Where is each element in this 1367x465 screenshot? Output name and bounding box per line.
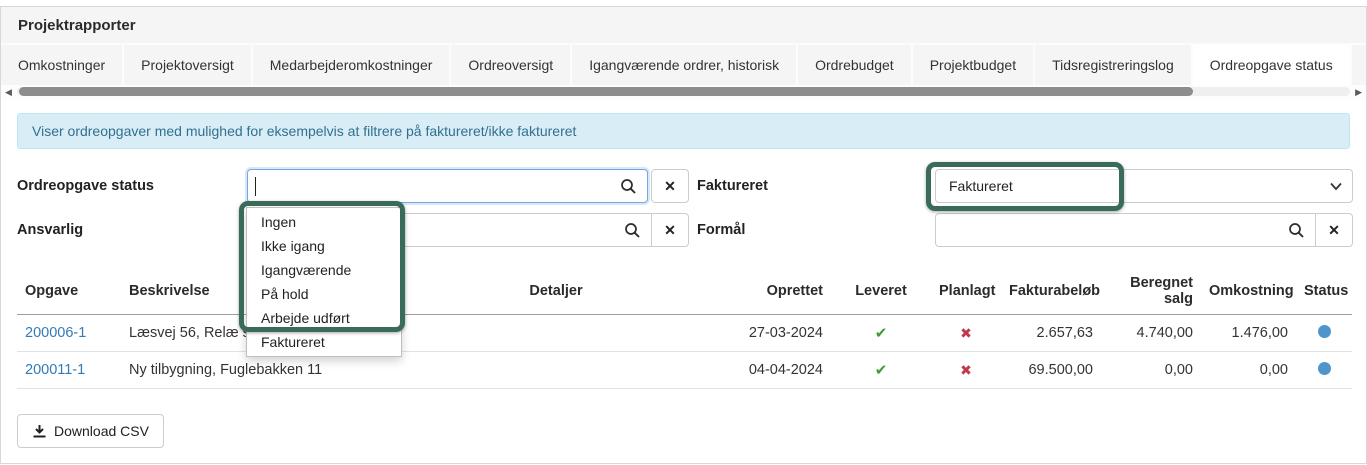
search-icon[interactable] xyxy=(620,178,637,195)
col-header-leveret: Leveret xyxy=(831,268,931,315)
tab-projektoversigt[interactable]: Projektoversigt xyxy=(124,45,253,85)
tab-detaljer-clipped[interactable]: Det xyxy=(1352,45,1366,85)
report-panel: Projektrapporter Omkostninger Projektove… xyxy=(0,6,1367,464)
text-caret xyxy=(255,177,256,196)
tab-igangvaerende-ordrer-historisk[interactable]: Igangværende ordrer, historisk xyxy=(572,45,798,85)
cost: 0,00 xyxy=(1201,352,1296,389)
faktureret-selected-value: Faktureret xyxy=(949,178,1013,194)
tab-medarbejderomkostninger[interactable]: Medarbejderomkostninger xyxy=(253,45,452,85)
status-dot xyxy=(1318,325,1331,338)
close-icon: ✕ xyxy=(664,222,676,239)
col-header-oprettet: Oprettet xyxy=(701,268,831,315)
chevron-down-icon xyxy=(1330,182,1342,191)
col-header-status: Status xyxy=(1296,268,1352,315)
dropdown-option-igangvaerende[interactable]: Igangværende xyxy=(247,258,401,282)
tab-tidsregistreringslog[interactable]: Tidsregistreringslog xyxy=(1035,45,1193,85)
col-header-planlagt: Planlagt xyxy=(931,268,1001,315)
tab-omkostninger[interactable]: Omkostninger xyxy=(1,45,124,85)
task-details xyxy=(411,352,701,389)
tab-ordreopgave-status[interactable]: Ordreopgave status xyxy=(1193,45,1352,85)
task-created-date: 04-04-2024 xyxy=(701,352,831,389)
scrollbar-thumb[interactable] xyxy=(19,87,1193,96)
clear-formaal-button[interactable]: ✕ xyxy=(1315,213,1353,247)
tab-projektbudget[interactable]: Projektbudget xyxy=(913,45,1035,85)
dropdown-option-ingen[interactable]: Ingen xyxy=(247,210,401,234)
table-row: 200006-1 Læsvej 56, Relæ sk 27-03-2024 ✔… xyxy=(17,315,1352,352)
col-header-beregnet-salg: Beregnet salg xyxy=(1101,268,1201,315)
search-icon[interactable] xyxy=(624,222,641,239)
dropdown-option-arbejde-udfoert[interactable]: Arbejde udført xyxy=(247,306,401,330)
task-details xyxy=(411,315,701,352)
invoice-amount: 2.657,63 xyxy=(1001,315,1101,352)
panel-header: Projektrapporter xyxy=(1,7,1366,45)
faktureret-select[interactable]: Faktureret xyxy=(935,169,1353,203)
dropdown-option-paa-hold[interactable]: På hold xyxy=(247,282,401,306)
dropdown-option-faktureret[interactable]: Faktureret xyxy=(247,330,401,354)
planned-cross-icon: ✖ xyxy=(960,362,972,378)
tab-ordreoversigt[interactable]: Ordreoversigt xyxy=(451,45,572,85)
order-task-table: Opgave Beskrivelse Detaljer Oprettet Lev… xyxy=(17,268,1352,389)
download-csv-button[interactable]: Download CSV xyxy=(17,414,164,448)
col-header-detaljer: Detaljer xyxy=(411,268,701,315)
task-link[interactable]: 200011-1 xyxy=(25,362,85,378)
ordreopgave-status-label: Ordreopgave status xyxy=(17,169,247,203)
table-header-row: Opgave Beskrivelse Detaljer Oprettet Lev… xyxy=(17,268,1352,315)
formaal-input[interactable] xyxy=(936,214,1315,246)
cost: 1.476,00 xyxy=(1201,315,1296,352)
status-dropdown-list: Ingen Ikke igang Igangværende På hold Ar… xyxy=(246,207,402,357)
planned-cross-icon: ✖ xyxy=(960,325,972,341)
clear-ansvarlig-button[interactable]: ✕ xyxy=(651,213,689,247)
clear-ordreopgave-status-button[interactable]: ✕ xyxy=(651,169,689,203)
scroll-left-arrow-icon[interactable]: ◀ xyxy=(5,86,12,98)
download-csv-label: Download CSV xyxy=(54,423,149,439)
scroll-right-arrow-icon[interactable]: ▶ xyxy=(1355,86,1362,98)
tab-content: Viser ordreopgaver med mulighed for ekse… xyxy=(1,99,1366,463)
ordreopgave-status-input-wrap xyxy=(247,169,648,203)
task-link[interactable]: 200006-1 xyxy=(25,325,86,341)
formaal-filter: ✕ xyxy=(935,213,1353,247)
page-title: Projektrapporter xyxy=(18,17,136,34)
faktureret-label: Faktureret xyxy=(689,169,935,203)
ansvarlig-label: Ansvarlig xyxy=(17,213,247,247)
ordreopgave-status-input[interactable] xyxy=(248,170,647,202)
status-dot xyxy=(1318,362,1331,375)
info-alert-text: Viser ordreopgaver med mulighed for ekse… xyxy=(32,123,576,139)
col-header-omkostning: Omkostning xyxy=(1201,268,1296,315)
ordreopgave-status-filter: ✕ xyxy=(247,169,689,203)
col-header-opgave: Opgave xyxy=(17,268,121,315)
close-icon: ✕ xyxy=(664,178,676,195)
delivered-check-icon: ✔ xyxy=(875,325,888,342)
formaal-input-wrap xyxy=(935,213,1316,247)
horizontal-scrollbar[interactable]: ◀ ▶ xyxy=(1,85,1366,99)
filter-grid: Ordreopgave status ✕ Faktureret xyxy=(17,169,1350,247)
info-alert: Viser ordreopgaver med mulighed for ekse… xyxy=(17,113,1350,149)
table-row: 200011-1 Ny tilbygning, Fuglebakken 11 0… xyxy=(17,352,1352,389)
tab-ordrebudget[interactable]: Ordrebudget xyxy=(798,45,913,85)
search-icon[interactable] xyxy=(1288,222,1305,239)
calculated-sale: 0,00 xyxy=(1101,352,1201,389)
close-icon: ✕ xyxy=(1328,222,1340,239)
formaal-label: Formål xyxy=(689,213,935,247)
dropdown-option-ikke-igang[interactable]: Ikke igang xyxy=(247,234,401,258)
invoice-amount: 69.500,00 xyxy=(1001,352,1101,389)
task-created-date: 27-03-2024 xyxy=(701,315,831,352)
tab-bar: Omkostninger Projektoversigt Medarbejder… xyxy=(1,45,1366,85)
calculated-sale: 4.740,00 xyxy=(1101,315,1201,352)
task-description: Ny tilbygning, Fuglebakken 11 xyxy=(121,352,411,389)
projektrapporter-page: Projektrapporter Omkostninger Projektove… xyxy=(0,0,1367,465)
col-header-fakturabeloeb: Fakturabeløb xyxy=(1001,268,1101,315)
download-icon xyxy=(32,424,47,439)
delivered-check-icon: ✔ xyxy=(875,362,888,379)
